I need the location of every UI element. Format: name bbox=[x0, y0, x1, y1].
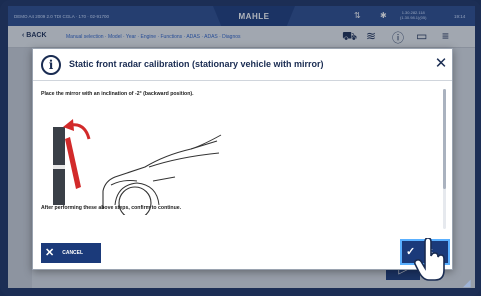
close-button[interactable]: ✕ bbox=[432, 55, 450, 73]
calibration-dialog: i Static front radar calibration (statio… bbox=[32, 48, 453, 270]
dialog-footer: ✕ CANCEL ✓ OK bbox=[33, 235, 452, 271]
close-icon: ✕ bbox=[434, 55, 448, 72]
expand-icon[interactable]: ◢ bbox=[463, 278, 471, 288]
hand-pointer-icon bbox=[413, 238, 445, 281]
cancel-button[interactable]: ✕ CANCEL bbox=[41, 243, 101, 263]
cancel-label: CANCEL bbox=[62, 250, 84, 256]
info-icon: i bbox=[41, 55, 61, 75]
dialog-title: Static front radar calibration (stationa… bbox=[69, 59, 324, 69]
mirror-illustration bbox=[53, 119, 222, 215]
confirm-text: After performing these above steps, conf… bbox=[41, 205, 182, 211]
dialog-header: i Static front radar calibration (statio… bbox=[33, 49, 452, 81]
x-icon: ✕ bbox=[45, 246, 55, 259]
device-frame: DEMO A4 2009 2.0 TDI CGLA · 170 · 02-917… bbox=[0, 0, 481, 296]
scrollbar[interactable] bbox=[443, 89, 446, 229]
mirror-panel bbox=[65, 137, 81, 189]
instruction-text: Place the mirror with an inclination of … bbox=[41, 91, 194, 97]
screen: DEMO A4 2009 2.0 TDI CGLA · 170 · 02-917… bbox=[8, 6, 475, 288]
dialog-content: Place the mirror with an inclination of … bbox=[41, 87, 440, 227]
scrollbar-thumb[interactable] bbox=[443, 89, 446, 189]
tilt-arrow bbox=[70, 123, 91, 140]
